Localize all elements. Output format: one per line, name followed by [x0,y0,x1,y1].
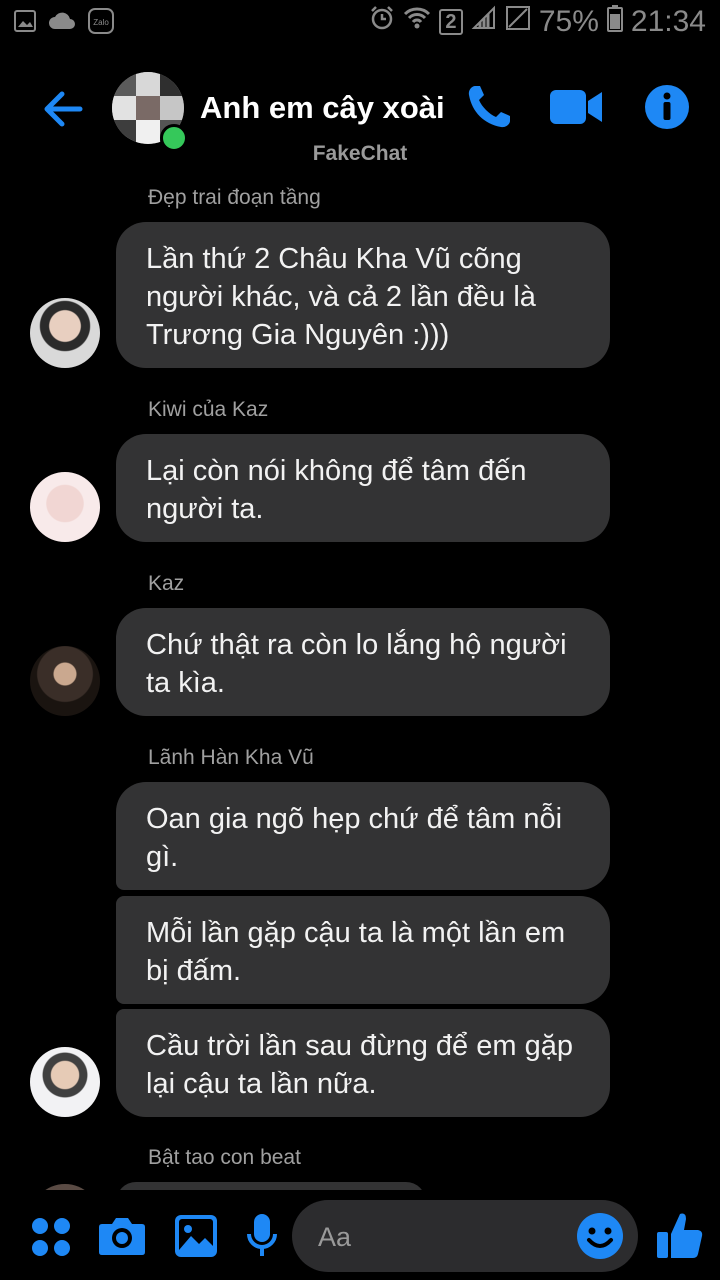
chat-subtitle: FakeChat [312,142,408,165]
emoji-button[interactable] [576,1212,624,1260]
message-bubble[interactable]: Lại còn nói không để tâm đến người ta. [116,434,610,542]
svg-text:Zalo: Zalo [93,18,109,27]
status-bar: Zalo 2 75% 21:34 [0,0,720,46]
video-camera-icon [550,90,602,124]
message-bubble[interactable]: Chứ thật ra còn lo lắng hộ người ta kìa. [116,608,610,716]
sender-name: Lãnh Hàn Kha Vũ [148,746,314,769]
back-button[interactable] [38,84,88,134]
cloud-icon [48,12,76,35]
avatar[interactable] [30,298,100,368]
battery-icon [606,4,623,40]
message-bubble[interactable]: Lần thứ 2 Châu Kha Vũ cõng người khác, v… [116,222,610,368]
video-call-button[interactable] [548,86,604,133]
smiley-icon [577,1213,623,1259]
avatar[interactable] [30,1047,100,1117]
signal-icon [471,5,497,39]
thumbs-up-icon [657,1213,703,1258]
info-icon [645,85,689,129]
sender-name: Kaz [148,572,185,595]
message-input[interactable] [316,1200,570,1274]
voice-call-button[interactable] [464,82,514,137]
sender-name: Kiwi của Kaz [148,398,269,421]
avatar[interactable] [30,646,100,716]
clock-time: 21:34 [630,5,706,38]
like-button[interactable] [656,1210,704,1265]
gallery-icon [14,10,36,37]
battery-percentage: 75% [538,5,599,38]
chat-header: Anh em cây xoài FakeChat [0,56,720,176]
microphone-icon [247,1214,277,1256]
alarm-icon [369,5,395,39]
gallery-button[interactable] [174,1214,218,1263]
zalo-icon: Zalo [88,8,114,39]
camera-button[interactable] [98,1216,146,1261]
phone-icon [468,86,510,128]
sim-slot-icon: 2 [438,9,463,35]
chat-title[interactable]: Anh em cây xoài [200,90,445,126]
message-bubble[interactable]: Oan gia ngõ hẹp chứ để tâm nỗi gì. [116,782,610,890]
info-button[interactable] [644,84,690,135]
message-bubble[interactable]: Mỗi lần gặp cậu ta là một lần em bị đấm. [116,896,610,1004]
sender-name: Đẹp trai đoạn tầng [148,186,321,209]
image-icon [175,1215,217,1257]
arrow-left-icon [44,91,83,127]
sim-slot-number: 2 [445,10,457,33]
sender-name: Bật tao con beat [148,1146,301,1169]
composer-bar [0,1190,720,1280]
message-bubble[interactable]: Cầu trời lần sau đừng để em gặp lại cậu … [116,1009,610,1117]
wifi-icon [403,5,431,39]
more-actions-button[interactable] [30,1216,72,1263]
voice-message-button[interactable] [246,1212,278,1265]
message-composer[interactable] [292,1200,638,1274]
no-signal-icon [505,5,531,39]
four-dots-icon [32,1218,70,1256]
avatar[interactable] [30,472,100,542]
camera-icon [99,1218,145,1255]
